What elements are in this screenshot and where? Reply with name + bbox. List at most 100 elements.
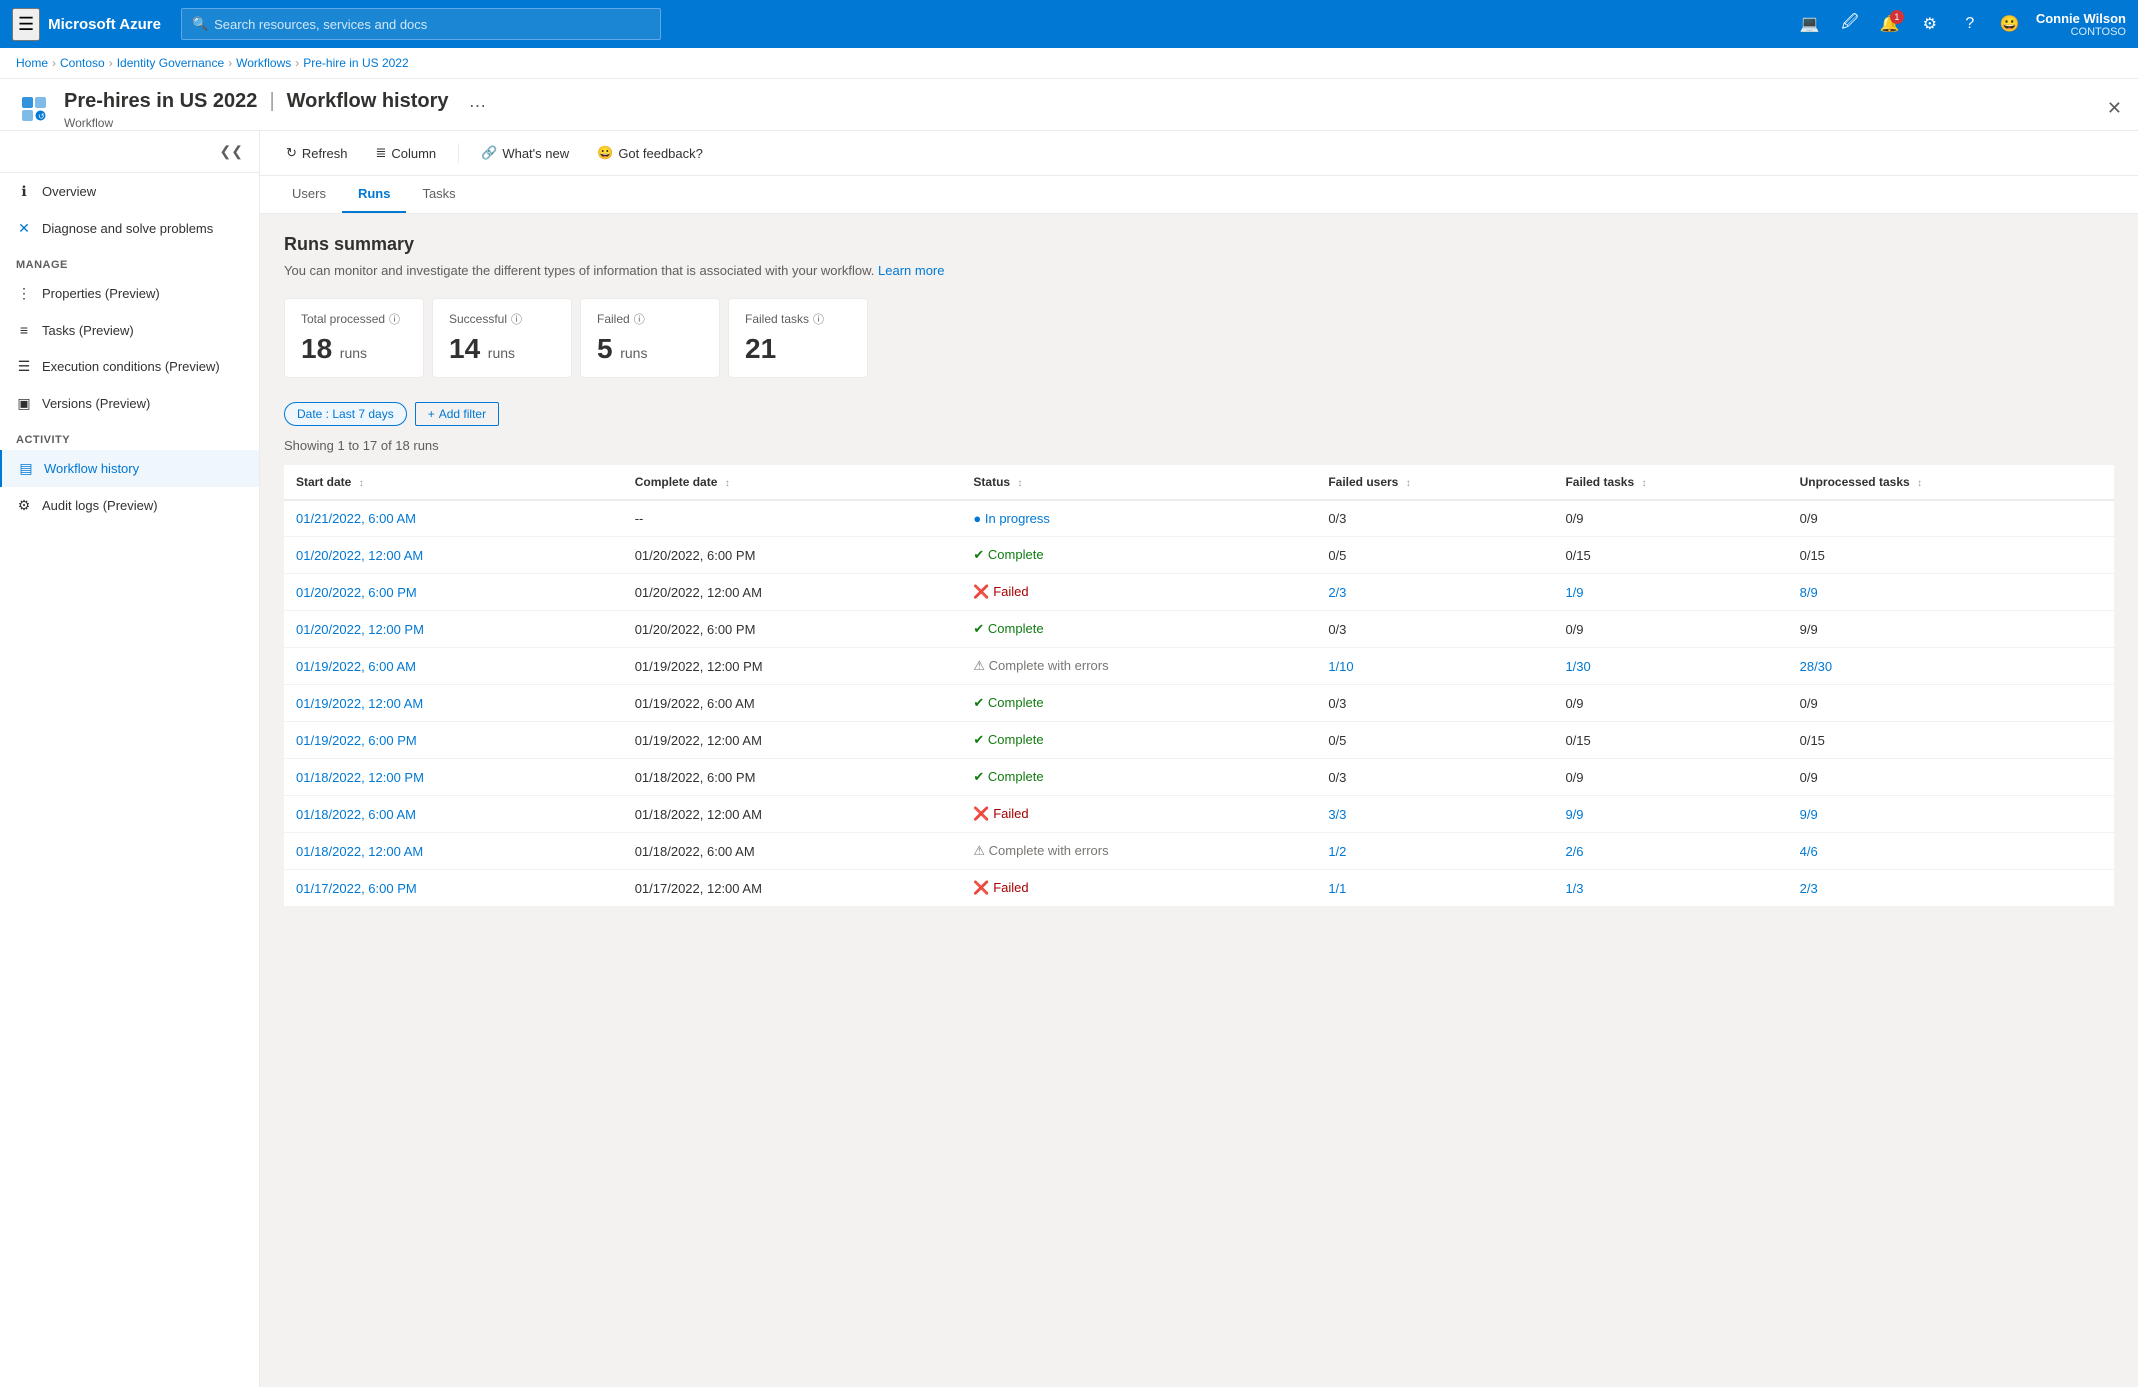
collapse-sidebar-button[interactable]: ❮❮ xyxy=(216,139,247,164)
sidebar-item-workflow-history[interactable]: ▤ Workflow history xyxy=(0,450,259,487)
sidebar-item-properties[interactable]: ⋮ Properties (Preview) xyxy=(0,275,259,312)
breadcrumb-home[interactable]: Home xyxy=(16,56,48,70)
status-badge: ❌ Failed xyxy=(973,880,1304,896)
unprocessed-tasks-cell: 8/9 xyxy=(1788,574,2114,611)
failed-users-link[interactable]: 2/3 xyxy=(1328,585,1346,600)
activity-section-label: Activity xyxy=(0,422,259,450)
properties-icon: ⋮ xyxy=(16,285,32,302)
sidebar-item-diagnose[interactable]: ✕ Diagnose and solve problems xyxy=(0,210,259,247)
breadcrumb-identity-governance[interactable]: Identity Governance xyxy=(117,56,224,70)
start-date-link[interactable]: 01/18/2022, 6:00 AM xyxy=(296,807,416,822)
table-row: 01/19/2022, 12:00 AM01/19/2022, 6:00 AM✔… xyxy=(284,685,2114,722)
refresh-button[interactable]: ↻ Refresh xyxy=(276,139,357,167)
status-badge: ✔ Complete xyxy=(973,732,1304,748)
complete-date-cell: 01/18/2022, 12:00 AM xyxy=(623,796,962,833)
sidebar: ❮❮ ℹ Overview ✕ Diagnose and solve probl… xyxy=(0,131,260,1387)
unprocessed-tasks-cell: 0/15 xyxy=(1788,537,2114,574)
runs-summary-description: You can monitor and investigate the diff… xyxy=(284,263,2114,278)
status-cell: ✔ Complete xyxy=(961,537,1316,574)
column-button[interactable]: ≣ Column xyxy=(365,139,446,167)
settings-button[interactable]: ⚙ xyxy=(1912,6,1948,42)
col-failed-users[interactable]: Failed users ↕ xyxy=(1316,465,1553,500)
add-filter-button[interactable]: + Add filter xyxy=(415,402,499,426)
unprocessed-tasks-cell: 0/9 xyxy=(1788,759,2114,796)
versions-icon: ▣ xyxy=(16,395,32,412)
start-date-link[interactable]: 01/19/2022, 6:00 PM xyxy=(296,733,417,748)
failed-tasks-link[interactable]: 1/3 xyxy=(1565,881,1583,896)
breadcrumb-prehire[interactable]: Pre-hire in US 2022 xyxy=(303,56,408,70)
start-date-link[interactable]: 01/18/2022, 12:00 AM xyxy=(296,844,423,859)
table-row: 01/18/2022, 6:00 AM01/18/2022, 12:00 AM❌… xyxy=(284,796,2114,833)
failed-users-cell: 1/1 xyxy=(1316,870,1553,907)
search-input[interactable] xyxy=(214,17,650,32)
date-filter-chip[interactable]: Date : Last 7 days xyxy=(284,402,407,426)
feedback-icon: 😀 xyxy=(597,145,613,161)
sidebar-item-tasks[interactable]: ≡ Tasks (Preview) xyxy=(0,312,259,348)
page-subtitle: Workflow history xyxy=(287,90,449,113)
start-date-link[interactable]: 01/20/2022, 12:00 PM xyxy=(296,622,424,637)
unprocessed-tasks-link[interactable]: 2/3 xyxy=(1800,881,1818,896)
unprocessed-tasks-link[interactable]: 8/9 xyxy=(1800,585,1818,600)
whats-new-button[interactable]: 🔗 What's new xyxy=(471,139,579,167)
failed-tasks-link[interactable]: 1/30 xyxy=(1565,659,1590,674)
failed-tasks-link[interactable]: 1/9 xyxy=(1565,585,1583,600)
failed-tasks-link[interactable]: 9/9 xyxy=(1565,807,1583,822)
close-button[interactable]: ✕ xyxy=(2107,98,2122,119)
feedback-button[interactable]: 😀 Got feedback? xyxy=(587,139,713,167)
unprocessed-tasks-link[interactable]: 4/6 xyxy=(1800,844,1818,859)
help-button[interactable]: ? xyxy=(1952,6,1988,42)
feedback-button[interactable]: 😀 xyxy=(1992,6,2028,42)
tab-runs[interactable]: Runs xyxy=(342,176,407,213)
failed-users-cell: 0/3 xyxy=(1316,685,1553,722)
cloud-shell-button[interactable]: 💻 xyxy=(1792,6,1828,42)
unprocessed-tasks-cell: 0/9 xyxy=(1788,500,2114,537)
table-row: 01/17/2022, 6:00 PM01/17/2022, 12:00 AM❌… xyxy=(284,870,2114,907)
unprocessed-tasks-link[interactable]: 9/9 xyxy=(1800,807,1818,822)
breadcrumb-contoso[interactable]: Contoso xyxy=(60,56,105,70)
breadcrumb-workflows[interactable]: Workflows xyxy=(236,56,291,70)
start-date-link[interactable]: 01/18/2022, 12:00 PM xyxy=(296,770,424,785)
status-badge: ⚠ Complete with errors xyxy=(973,843,1304,859)
failed-tasks-value: 21 xyxy=(745,333,776,364)
col-unprocessed-tasks[interactable]: Unprocessed tasks ↕ xyxy=(1788,465,2114,500)
status-badge: ● In progress xyxy=(973,511,1304,526)
start-date-link[interactable]: 01/21/2022, 6:00 AM xyxy=(296,511,416,526)
manage-section-label: Manage xyxy=(0,247,259,275)
successful-info-icon[interactable]: ⓘ xyxy=(511,311,522,327)
failed-tasks-link[interactable]: 2/6 xyxy=(1565,844,1583,859)
failed-users-link[interactable]: 3/3 xyxy=(1328,807,1346,822)
learn-more-link[interactable]: Learn more xyxy=(878,263,944,278)
unprocessed-tasks-link[interactable]: 28/30 xyxy=(1800,659,1833,674)
user-menu[interactable]: Connie Wilson CONTOSO xyxy=(2036,11,2126,38)
col-failed-tasks[interactable]: Failed tasks ↕ xyxy=(1553,465,1787,500)
start-date-link[interactable]: 01/17/2022, 6:00 PM xyxy=(296,881,417,896)
start-date-link[interactable]: 01/20/2022, 12:00 AM xyxy=(296,548,423,563)
failed-info-icon[interactable]: ⓘ xyxy=(634,311,645,327)
total-processed-info-icon[interactable]: ⓘ xyxy=(389,311,400,327)
sidebar-item-overview[interactable]: ℹ Overview xyxy=(0,173,259,210)
more-options-button[interactable]: … xyxy=(461,87,495,116)
col-complete-date[interactable]: Complete date ↕ xyxy=(623,465,962,500)
tab-users[interactable]: Users xyxy=(276,176,342,213)
sidebar-item-audit-logs[interactable]: ⚙ Audit logs (Preview) xyxy=(0,487,259,524)
failed-tasks-info-icon[interactable]: ⓘ xyxy=(813,311,824,327)
search-bar[interactable]: 🔍 xyxy=(181,8,661,40)
start-date-link[interactable]: 01/20/2022, 6:00 PM xyxy=(296,585,417,600)
portal-settings-button[interactable]: 🖉 xyxy=(1832,6,1868,42)
failed-users-link[interactable]: 1/10 xyxy=(1328,659,1353,674)
failed-users-link[interactable]: 1/2 xyxy=(1328,844,1346,859)
status-cell: ❌ Failed xyxy=(961,870,1316,907)
tab-tasks[interactable]: Tasks xyxy=(406,176,471,213)
col-status[interactable]: Status ↕ xyxy=(961,465,1316,500)
start-date-link[interactable]: 01/19/2022, 12:00 AM xyxy=(296,696,423,711)
sidebar-item-versions[interactable]: ▣ Versions (Preview) xyxy=(0,385,259,422)
sidebar-item-execution[interactable]: ☰ Execution conditions (Preview) xyxy=(0,348,259,385)
hamburger-menu[interactable]: ☰ xyxy=(12,8,40,41)
notifications-button[interactable]: 🔔 1 xyxy=(1872,6,1908,42)
table-row: 01/18/2022, 12:00 AM01/18/2022, 6:00 AM⚠… xyxy=(284,833,2114,870)
failed-users-link[interactable]: 1/1 xyxy=(1328,881,1346,896)
col-start-date[interactable]: Start date ↕ xyxy=(284,465,623,500)
start-date-link[interactable]: 01/19/2022, 6:00 AM xyxy=(296,659,416,674)
failed-tasks-cell: 0/9 xyxy=(1553,500,1787,537)
toolbar: ↻ Refresh ≣ Column 🔗 What's new 😀 Got fe… xyxy=(260,131,2138,176)
